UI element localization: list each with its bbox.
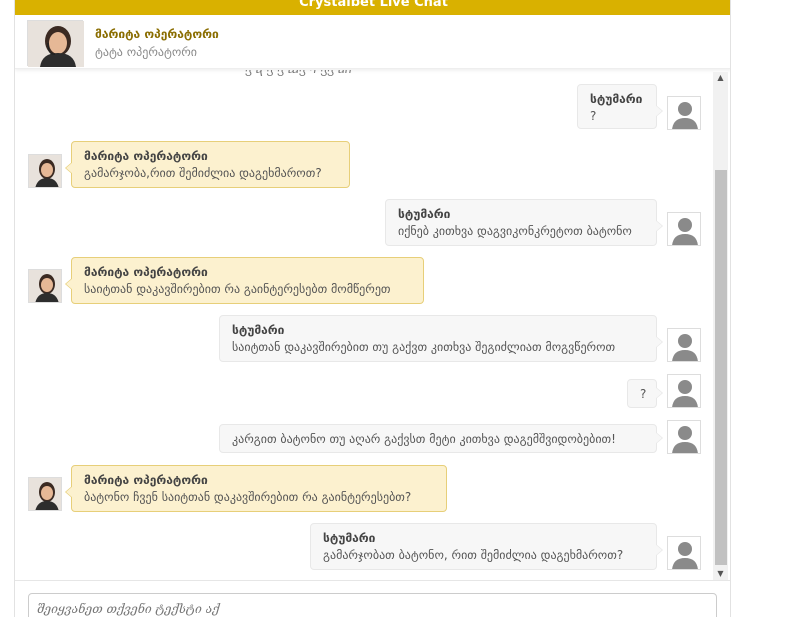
chat-header: მარიტა ოპერატორი ტატა ოპერატორი <box>15 15 730 69</box>
visitor-message: ? <box>627 379 663 408</box>
visitor-message: კარგით ბატონო თუ აღარ გაქვსთ მეტი კითხვა… <box>219 424 663 453</box>
message-text: ბატონო ჩვენ საიტთან დაკავშირებით რა გაინ… <box>84 490 412 504</box>
message-text: საიტთან დაკავშირებით თუ გაქვთ კითხვა შეგ… <box>232 340 616 354</box>
clipped-message: ⴂ ⴗ ⴂ ⴂ ⴍⴂ ⴈ ⴂⴂ ⴑⴌ <box>245 70 352 76</box>
operator-avatar <box>28 154 62 188</box>
operator-message: მარიტა ოპერატორი გამარჯობა,რით შემიძლია … <box>65 141 350 188</box>
visitor-avatar-icon <box>667 374 701 408</box>
visitor-avatar-icon <box>667 420 701 454</box>
message-text: გამარჯობა,რით შემიძლია დაგეხმაროთ? <box>84 166 322 180</box>
operator-avatar <box>27 20 84 67</box>
visitor-avatar-icon <box>667 328 701 362</box>
input-area <box>15 580 730 617</box>
visitor-avatar-icon <box>667 212 701 246</box>
visitor-avatar-icon <box>667 96 701 130</box>
message-scrollbar[interactable]: ▲ ▼ <box>713 72 728 580</box>
message-text: კარგით ბატონო თუ აღარ გაქვსთ მეტი კითხვა… <box>232 432 616 446</box>
operator-message: მარიტა ოპერატორი საიტთან დაკავშირებით რა… <box>65 257 424 304</box>
message-text: საიტთან დაკავშირებით რა გაინტერესებთ მომ… <box>84 282 391 296</box>
chat-window: Crystalbet Live Chat მარიტა ოპერატორი ტა… <box>14 0 731 617</box>
visitor-message: სტუმარი გამარჯობათ ბატონო, რით შემიძლია … <box>310 523 663 570</box>
scroll-thumb[interactable] <box>715 170 727 565</box>
operator-subtitle: ტატა ოპერატორი <box>95 45 198 59</box>
message-text: გამარჯობათ ბატონო, რით შემიძლია დაგეხმარ… <box>323 548 624 562</box>
message-text: ? <box>640 387 647 401</box>
title-bar: Crystalbet Live Chat <box>15 0 730 15</box>
window-title: Crystalbet Live Chat <box>299 0 448 10</box>
page-background <box>731 0 791 617</box>
operator-message: მარიტა ოპერატორი ბატონო ჩვენ საიტთან დაკ… <box>65 465 447 512</box>
operator-avatar <box>28 477 62 511</box>
message-list: ⴂ ⴗ ⴂ ⴂ ⴍⴂ ⴈ ⴂⴂ ⴑⴌ სტუმარი ? მარიტა ოპერ… <box>15 70 715 580</box>
operator-name: მარიტა ოპერატორი <box>95 27 219 41</box>
message-input[interactable] <box>28 593 717 617</box>
visitor-message: სტუმარი იქნებ კითხვა დაგვიკონკრეტოთ ბატო… <box>385 199 663 246</box>
scroll-up-arrow-icon[interactable]: ▲ <box>713 72 728 84</box>
operator-avatar <box>28 269 62 303</box>
message-sender: მარიტა ოპერატორი <box>84 149 208 163</box>
message-sender: სტუმარი <box>232 323 285 337</box>
message-sender: სტუმარი <box>590 92 643 106</box>
visitor-message: სტუმარი ? <box>577 84 663 129</box>
message-text: ? <box>590 109 597 123</box>
visitor-message: სტუმარი საიტთან დაკავშირებით თუ გაქვთ კი… <box>219 315 663 362</box>
message-text: იქნებ კითხვა დაგვიკონკრეტოთ ბატონო <box>398 224 632 238</box>
scroll-down-arrow-icon[interactable]: ▼ <box>713 568 728 580</box>
message-sender: სტუმარი <box>398 207 451 221</box>
message-sender: მარიტა ოპერატორი <box>84 473 208 487</box>
visitor-avatar-icon <box>667 536 701 570</box>
message-sender: მარიტა ოპერატორი <box>84 265 208 279</box>
message-sender: სტუმარი <box>323 531 376 545</box>
